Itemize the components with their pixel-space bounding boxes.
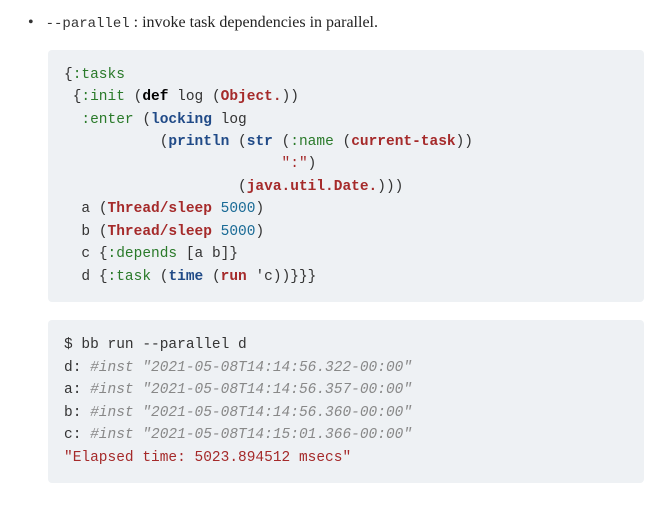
- def-symbol: def: [142, 89, 168, 105]
- out-b-timestamp: #inst "2021-05-08T14:14:56.360-00:00": [90, 405, 412, 421]
- task-keyword: :task: [108, 269, 152, 285]
- colon-string: ":": [282, 156, 308, 172]
- enter-keyword: :enter: [81, 112, 133, 128]
- elapsed-time: "Elapsed time: 5023.894512 msecs": [64, 450, 351, 466]
- shell-prompt: $: [64, 337, 73, 353]
- out-c-timestamp: #inst "2021-05-08T14:15:01.366-00:00": [90, 427, 412, 443]
- time-fn: time: [168, 269, 203, 285]
- task-d: d: [81, 269, 90, 285]
- flag-code: --parallel: [46, 16, 130, 32]
- log-ref: log: [221, 112, 247, 128]
- depends-vector: [a b]: [186, 246, 230, 262]
- println-fn: println: [168, 134, 229, 150]
- str-fn: str: [247, 134, 273, 150]
- clojure-code-block: {:tasks {:init (def log (Object.)) :ente…: [48, 50, 644, 303]
- name-keyword: :name: [290, 134, 334, 150]
- task-b: b: [81, 224, 90, 240]
- out-a-label: a:: [64, 382, 81, 398]
- quoted-c: 'c: [255, 269, 272, 285]
- date-class: java.util.Date.: [247, 179, 378, 195]
- sleep-5000-b: 5000: [221, 224, 256, 240]
- parallel-flag-bullet: • --parallel : invoke task dependencies …: [28, 10, 644, 36]
- task-a: a: [81, 201, 90, 217]
- locking-fn: locking: [151, 112, 212, 128]
- out-b-label: b:: [64, 405, 81, 421]
- out-d-label: d:: [64, 360, 81, 376]
- flag-description: : invoke task dependencies in parallel.: [134, 14, 378, 31]
- depends-keyword: :depends: [108, 246, 178, 262]
- shell-output-block: $ bb run --parallel d d: #inst "2021-05-…: [48, 320, 644, 483]
- out-a-timestamp: #inst "2021-05-08T14:14:56.357-00:00": [90, 382, 412, 398]
- tasks-keyword: :tasks: [73, 67, 125, 83]
- bullet-marker: •: [28, 10, 34, 36]
- out-d-timestamp: #inst "2021-05-08T14:14:56.322-00:00": [90, 360, 412, 376]
- out-c-label: c:: [64, 427, 81, 443]
- thread-sleep-a: Thread/sleep: [108, 201, 212, 217]
- shell-command: bb run --parallel d: [81, 337, 246, 353]
- object-class: Object.: [221, 89, 282, 105]
- bullet-content: --parallel : invoke task dependencies in…: [46, 10, 378, 36]
- init-keyword: :init: [81, 89, 125, 105]
- thread-sleep-b: Thread/sleep: [108, 224, 212, 240]
- sleep-5000-a: 5000: [221, 201, 256, 217]
- run-fn: run: [221, 269, 247, 285]
- current-task-fn: current-task: [351, 134, 455, 150]
- task-c: c: [81, 246, 90, 262]
- log-symbol: log: [177, 89, 203, 105]
